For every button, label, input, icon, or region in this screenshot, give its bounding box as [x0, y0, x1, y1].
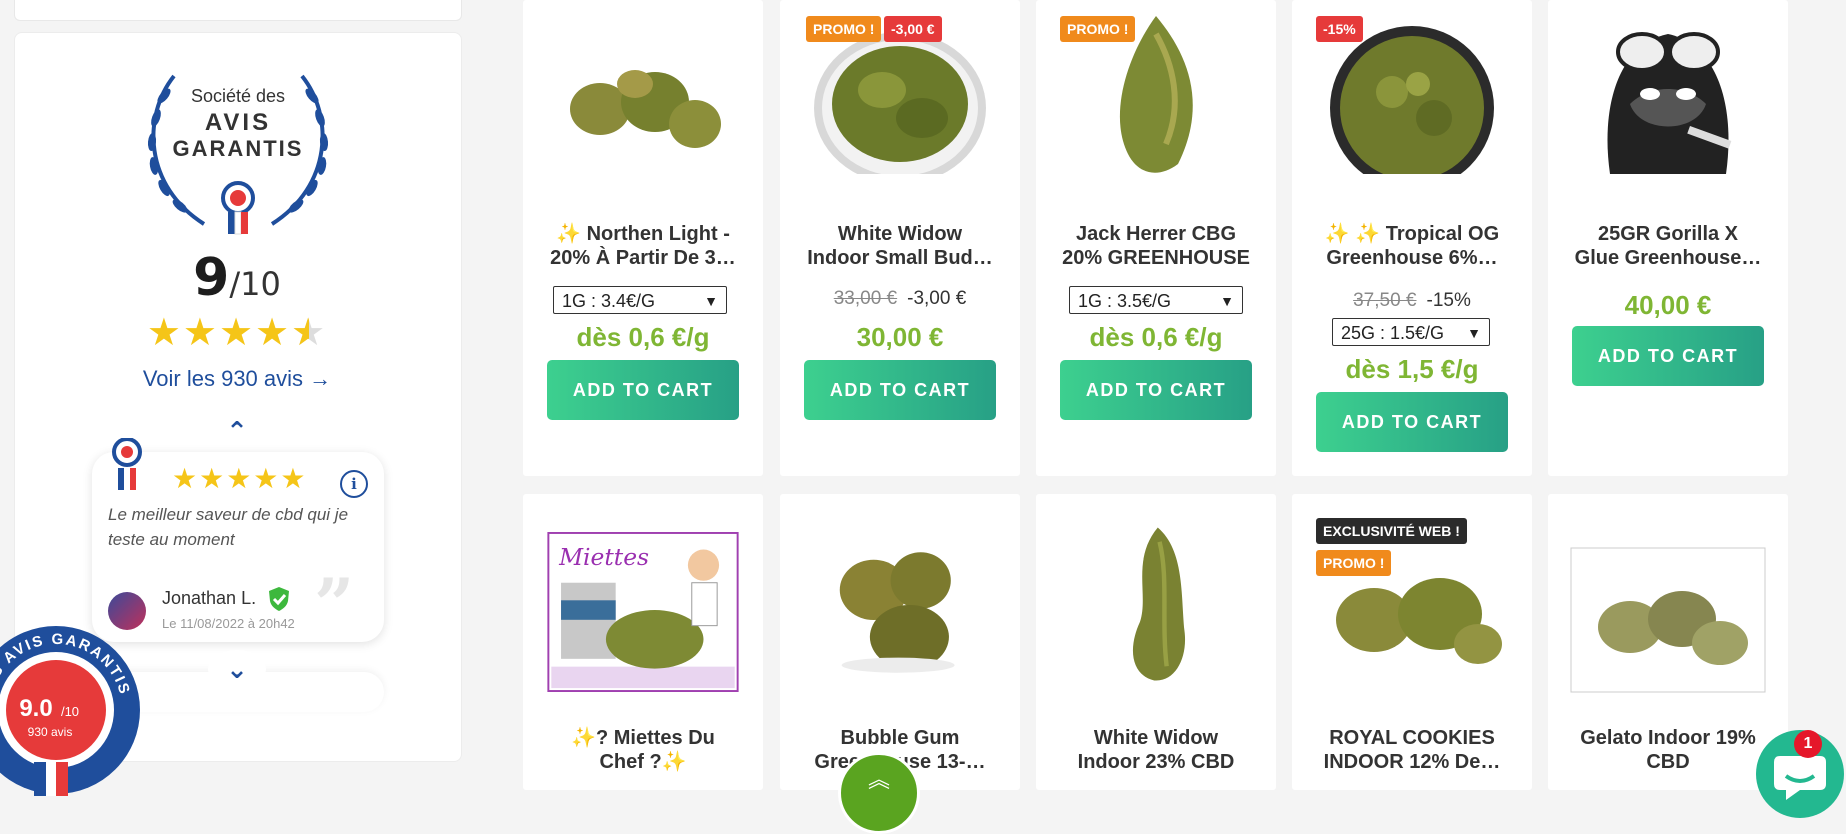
- chevron-down-icon: ▼: [704, 293, 718, 309]
- product-name-line1[interactable]: Gelato Indoor 19%: [1558, 726, 1778, 750]
- product-name-line1[interactable]: Jack Herrer CBG: [1046, 222, 1266, 246]
- product-price: dès 0,6 €/g: [576, 322, 710, 352]
- variant-select[interactable]: 1G : 3.4€/G ▼: [553, 286, 727, 314]
- product-name-line2[interactable]: Glue Greenhouse…: [1558, 246, 1778, 270]
- review-item: ★★★★★ i Le meilleur saveur de cbd qui je…: [92, 438, 384, 646]
- info-icon[interactable]: i: [340, 470, 368, 498]
- product-name-line2[interactable]: Greenhouse 6%…: [1302, 246, 1522, 270]
- product-card[interactable]: PROMO ! -3,00 € White Widow Indoor Small…: [780, 0, 1020, 476]
- score-scale: /10: [229, 265, 281, 303]
- product-image[interactable]: [1058, 524, 1254, 684]
- product-card[interactable]: ✨ Northen Light - 20% À Partir De 3… 1G …: [523, 0, 763, 476]
- product-name-line2[interactable]: CBD: [1558, 750, 1778, 774]
- product-card[interactable]: 25GR Gorilla X Glue Greenhouse… 40,00 € …: [1548, 0, 1788, 476]
- product-card[interactable]: Gelato Indoor 19% CBD: [1548, 494, 1788, 790]
- add-to-cart-button[interactable]: ADD TO CART: [547, 360, 739, 420]
- product-price: 40,00 €: [1624, 290, 1712, 320]
- product-name-line2[interactable]: 20% GREENHOUSE: [1046, 246, 1266, 270]
- badge-scale: /10: [61, 704, 79, 719]
- product-price: 30,00 €: [856, 322, 944, 352]
- chevron-up-icon[interactable]: ⌃: [208, 412, 266, 450]
- discount-amount: -15%: [1426, 290, 1471, 311]
- product-card[interactable]: -15% ✨ ✨ Tropical OG Greenhouse 6%… 37,5…: [1292, 0, 1532, 476]
- variant-value: 1G : 3.4€/G: [562, 291, 656, 311]
- seal-line3: GARANTIS: [173, 136, 304, 161]
- review-text: Le meilleur saveur de cbd qui je teste a…: [108, 505, 349, 549]
- add-to-cart-button[interactable]: ADD TO CART: [1316, 392, 1508, 452]
- promo-badge: PROMO !: [1316, 550, 1392, 576]
- add-to-cart-button[interactable]: ADD TO CART: [1572, 326, 1764, 386]
- price-before-discount: 37,50 € -15%: [1292, 290, 1532, 312]
- product-image-text: Miettes: [558, 543, 649, 571]
- product-price: dès 0,6 €/g: [1089, 322, 1223, 352]
- scroll-to-top-button[interactable]: ︽: [838, 752, 920, 834]
- variant-select[interactable]: 1G : 3.5€/G ▼: [1069, 286, 1243, 314]
- old-price: 33,00 €: [833, 288, 898, 309]
- product-price: dès 1,5 €/g: [1345, 354, 1479, 384]
- product-card[interactable]: EXCLUSIVITÉ WEB ! PROMO ! ROYAL COOKIES …: [1292, 494, 1532, 790]
- see-reviews-label: Voir les 930 avis: [142, 366, 304, 391]
- arrow-right-icon: →: [309, 366, 332, 391]
- product-image[interactable]: Miettes: [545, 532, 741, 692]
- overall-score: 9/10: [0, 248, 474, 308]
- promo-badge: PROMO !: [806, 16, 882, 42]
- product-card[interactable]: Miettes ✨? Miettes Du Chef ?✨: [523, 494, 763, 790]
- sidebar: Société des AVIS GARANTIS 9/10 ★★★★★★ Vo…: [0, 0, 462, 796]
- product-name-line2[interactable]: Chef ?✨: [533, 750, 753, 774]
- product-name-line1[interactable]: 25GR Gorilla X: [1558, 222, 1778, 246]
- review-stars: ★★★★★: [172, 463, 308, 494]
- price-before-discount: 33,00 € -3,00 €: [780, 288, 1020, 310]
- product-name-line2[interactable]: Indoor 23% CBD: [1046, 750, 1266, 774]
- product-name-line1[interactable]: White Widow: [790, 222, 1010, 246]
- product-name-line1[interactable]: ✨ ✨ Tropical OG: [1302, 222, 1522, 246]
- sidebar-top-card: [14, 0, 462, 21]
- seal-line2: AVIS: [205, 109, 271, 136]
- discount-badge: -15%: [1316, 16, 1363, 42]
- product-name-line1[interactable]: ✨? Miettes Du: [533, 726, 753, 750]
- chat-unread-count: 1: [1794, 730, 1822, 758]
- score-value: 9: [193, 248, 230, 308]
- badge-score: 9.0: [19, 695, 52, 722]
- product-image[interactable]: [1570, 14, 1766, 174]
- product-card[interactable]: White Widow Indoor 23% CBD: [1036, 494, 1276, 790]
- product-name-line1[interactable]: White Widow: [1046, 726, 1266, 750]
- chevron-down-icon[interactable]: ⌄: [208, 650, 266, 688]
- product-name-line1[interactable]: ✨ Northen Light -: [533, 222, 753, 246]
- chevron-down-icon: ▼: [1220, 293, 1234, 309]
- product-name-line2[interactable]: INDOOR 12% De…: [1302, 750, 1522, 774]
- add-to-cart-button[interactable]: ADD TO CART: [804, 360, 996, 420]
- avis-garantis-seal: Société des AVIS GARANTIS: [147, 74, 329, 235]
- double-chevron-up-icon: ︽: [867, 767, 890, 792]
- medal-icon: [112, 438, 142, 490]
- product-name-line2[interactable]: 20% À Partir De 3…: [533, 246, 753, 270]
- old-price: 37,50 €: [1353, 290, 1417, 311]
- variant-value: 1G : 3.5€/G: [1078, 291, 1172, 311]
- quote-icon: ”: [314, 563, 355, 646]
- product-name-line2[interactable]: Indoor Small Bud…: [790, 246, 1010, 270]
- variant-select[interactable]: 25G : 1.5€/G ▼: [1332, 318, 1490, 346]
- promo-badge: PROMO !: [1060, 16, 1136, 42]
- product-image[interactable]: [545, 14, 741, 174]
- badge-count: 930 avis: [28, 725, 73, 739]
- review-date: Le 11/08/2022 à 20h42: [162, 616, 295, 631]
- discount-amount: -3,00 €: [907, 288, 967, 309]
- product-card[interactable]: PROMO ! Jack Herrer CBG 20% GREENHOUSE 1…: [1036, 0, 1276, 476]
- product-card[interactable]: Bubble Gum Greenhouse 13-…: [780, 494, 1020, 790]
- seal-line1: Société des: [191, 86, 285, 106]
- product-name-line1[interactable]: Bubble Gum: [790, 726, 1010, 750]
- product-image[interactable]: [802, 524, 998, 684]
- discount-badge: -3,00 €: [884, 16, 942, 42]
- rating-stars: ★★★★★★: [146, 312, 328, 354]
- chevron-down-icon: ▼: [1467, 325, 1481, 341]
- product-name-line1[interactable]: ROYAL COOKIES: [1302, 726, 1522, 750]
- add-to-cart-button[interactable]: ADD TO CART: [1060, 360, 1252, 420]
- verified-check-icon: [269, 587, 289, 611]
- product-image[interactable]: [1570, 540, 1766, 700]
- variant-value: 25G : 1.5€/G: [1341, 323, 1445, 343]
- web-exclusive-badge: EXCLUSIVITÉ WEB !: [1316, 518, 1467, 544]
- see-reviews-link[interactable]: Voir les 930 avis →: [0, 366, 474, 392]
- avis-garantis-badge[interactable]: DES AVIS GARANTIS 9.0 /10 930 avis: [0, 624, 142, 796]
- review-author: Jonathan L.: [162, 588, 257, 608]
